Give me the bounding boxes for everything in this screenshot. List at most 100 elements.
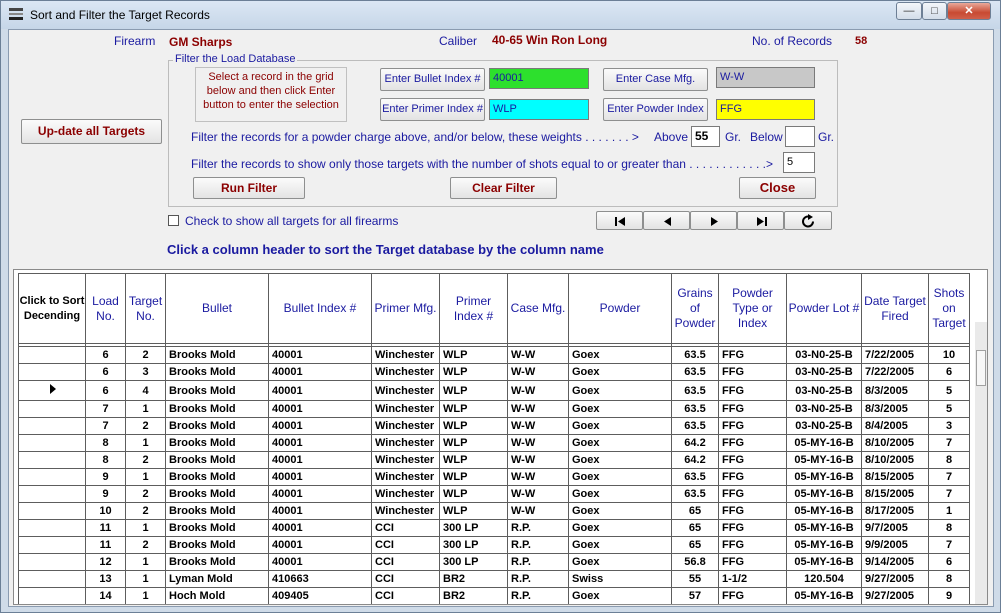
table-row[interactable]: 11 2 Brooks Mold 40001 CCI 300 LP R.P. Goex 65 FF…	[18, 536, 970, 554]
update-all-targets-button[interactable]: Up-date all Targets	[21, 119, 162, 144]
minimize-button[interactable]: —	[896, 2, 922, 20]
table-row[interactable]: 9 1 Brooks Mold 40001 Winchester WLP W-W Goex 63…	[18, 468, 970, 486]
table-cell: BR2	[439, 587, 508, 604]
table-cell: CCI	[371, 519, 440, 537]
table-cell: Goex	[568, 553, 672, 571]
table-cell: W-W	[507, 346, 569, 364]
previous-record-button[interactable]	[643, 211, 690, 230]
title-bar: Sort and Filter the Target Records — □ ✕	[1, 1, 1000, 29]
table-row[interactable]: 7 2 Brooks Mold 40001 Winchester WLP W-W Goex 63…	[18, 417, 970, 435]
table-cell: 8	[928, 451, 970, 469]
column-header[interactable]: Bullet	[165, 273, 269, 344]
enter-bullet-index-button[interactable]: Enter Bullet Index #	[380, 68, 485, 91]
table-cell: WLP	[439, 485, 508, 503]
column-header[interactable]: Powder	[568, 273, 672, 344]
table-row[interactable]: 6 4 Brooks Mold 40001 Winchester WLP W-W Goex 63…	[18, 380, 970, 401]
table-row[interactable]: 13 1 Lyman Mold 410663 CCI BR2 R.P. Swiss 55 1-1/…	[18, 570, 970, 588]
row-selector[interactable]	[18, 363, 86, 381]
column-header[interactable]: Grains of Powder	[671, 273, 719, 344]
column-header[interactable]: Primer Mfg.	[371, 273, 440, 344]
column-header[interactable]: Primer Index #	[439, 273, 508, 344]
table-row[interactable]: 12 1 Brooks Mold 40001 CCI 300 LP R.P. Goex 56.8…	[18, 553, 970, 571]
table-row[interactable]: 6 2 Brooks Mold 40001 Winchester WLP W-W Goex 63…	[18, 346, 970, 364]
column-header[interactable]: Load No.	[85, 273, 126, 344]
row-selector[interactable]	[18, 417, 86, 435]
table-cell: 1	[125, 434, 166, 452]
column-header[interactable]: Bullet Index #	[268, 273, 372, 344]
column-header[interactable]: Powder Type or Index	[718, 273, 787, 344]
shots-min-input[interactable]: 5	[783, 152, 815, 173]
table-row[interactable]: 6 3 Brooks Mold 40001 Winchester WLP W-W Goex 63…	[18, 363, 970, 381]
enter-case-mfg-button[interactable]: Enter Case Mfg.	[603, 68, 708, 91]
table-cell: 05-MY-16-B	[786, 536, 862, 554]
row-selector[interactable]	[18, 400, 86, 418]
table-cell: WLP	[439, 468, 508, 486]
column-header[interactable]: Target No.	[125, 273, 166, 344]
table-cell: FFG	[718, 434, 787, 452]
table-row[interactable]: 7 1 Brooks Mold 40001 Winchester WLP W-W Goex 63…	[18, 400, 970, 418]
table-cell: 5	[928, 400, 970, 418]
row-selector[interactable]	[18, 587, 86, 604]
shots-instruction: Filter the records to show only those ta…	[191, 157, 773, 171]
above-label: Above	[654, 130, 689, 144]
row-selector[interactable]	[18, 536, 86, 554]
row-selector[interactable]	[18, 570, 86, 588]
column-header[interactable]: Shots on Target	[928, 273, 970, 344]
table-cell: 05-MY-16-B	[786, 553, 862, 571]
table-cell: 40001	[268, 502, 372, 520]
next-record-button[interactable]	[690, 211, 737, 230]
row-selector[interactable]	[18, 346, 86, 364]
records-body: 6 2 Brooks Mold 40001 Winchester WLP W-W Goex 63…	[18, 343, 970, 604]
table-cell: 300 LP	[439, 536, 508, 554]
first-record-button[interactable]	[596, 211, 643, 230]
powder-index-field[interactable]: FFG	[716, 99, 815, 120]
last-record-button[interactable]	[737, 211, 784, 230]
clear-filter-button[interactable]: Clear Filter	[450, 177, 557, 199]
table-cell: 6	[928, 553, 970, 571]
table-cell: 40001	[268, 417, 372, 435]
row-selector[interactable]	[18, 434, 86, 452]
table-row[interactable]: 8 2 Brooks Mold 40001 Winchester WLP W-W Goex 64…	[18, 451, 970, 469]
enter-primer-index-button[interactable]: Enter Primer Index #	[380, 98, 485, 121]
table-row[interactable]: 14 1 Hoch Mold 409405 CCI BR2 R.P. Goex 57 FFG 05-…	[18, 587, 970, 604]
table-cell: 7	[85, 417, 126, 435]
table-row[interactable]: 10 2 Brooks Mold 40001 Winchester WLP W-W Goex 6…	[18, 502, 970, 520]
enter-powder-index-button[interactable]: Enter Powder Index	[603, 98, 708, 121]
refresh-button[interactable]	[784, 211, 832, 230]
above-weight-input[interactable]: 55	[691, 126, 720, 147]
vertical-scrollbar[interactable]	[975, 322, 987, 604]
primer-index-field[interactable]: WLP	[489, 99, 589, 120]
table-row[interactable]: 9 2 Brooks Mold 40001 Winchester WLP W-W Goex 63…	[18, 485, 970, 503]
close-window-button[interactable]: ✕	[947, 2, 991, 20]
row-selector[interactable]	[18, 380, 86, 401]
table-cell: 1	[125, 587, 166, 604]
table-cell: Swiss	[568, 570, 672, 588]
row-selector[interactable]	[18, 468, 86, 486]
table-cell: W-W	[507, 451, 569, 469]
column-header[interactable]: Case Mfg.	[507, 273, 569, 344]
row-selector[interactable]	[18, 485, 86, 503]
table-cell: 11	[85, 536, 126, 554]
table-row[interactable]: 11 1 Brooks Mold 40001 CCI 300 LP R.P. Goex 65 FF…	[18, 519, 970, 537]
bullet-index-field[interactable]: 40001	[489, 68, 589, 89]
row-selector[interactable]	[18, 502, 86, 520]
run-filter-button[interactable]: Run Filter	[193, 177, 305, 199]
table-row[interactable]: 8 1 Brooks Mold 40001 Winchester WLP W-W Goex 64…	[18, 434, 970, 452]
table-cell: 7	[928, 468, 970, 486]
show-all-checkbox[interactable]	[168, 215, 179, 226]
row-selector[interactable]	[18, 553, 86, 571]
table-cell: 40001	[268, 451, 372, 469]
scrollbar-thumb[interactable]	[976, 350, 986, 386]
close-button[interactable]: Close	[739, 177, 816, 199]
row-selector[interactable]	[18, 451, 86, 469]
case-mfg-field[interactable]: W-W	[716, 67, 815, 88]
column-header[interactable]: Powder Lot #	[786, 273, 862, 344]
table-cell: FFG	[718, 468, 787, 486]
sort-descending-header[interactable]: Click to Sort Decending	[18, 273, 86, 344]
column-header[interactable]: Date Target Fired	[861, 273, 929, 344]
table-cell: 8	[928, 519, 970, 537]
table-cell: 63.5	[671, 346, 719, 364]
below-weight-input[interactable]	[785, 126, 815, 147]
maximize-button[interactable]: □	[922, 2, 947, 20]
row-selector[interactable]	[18, 519, 86, 537]
